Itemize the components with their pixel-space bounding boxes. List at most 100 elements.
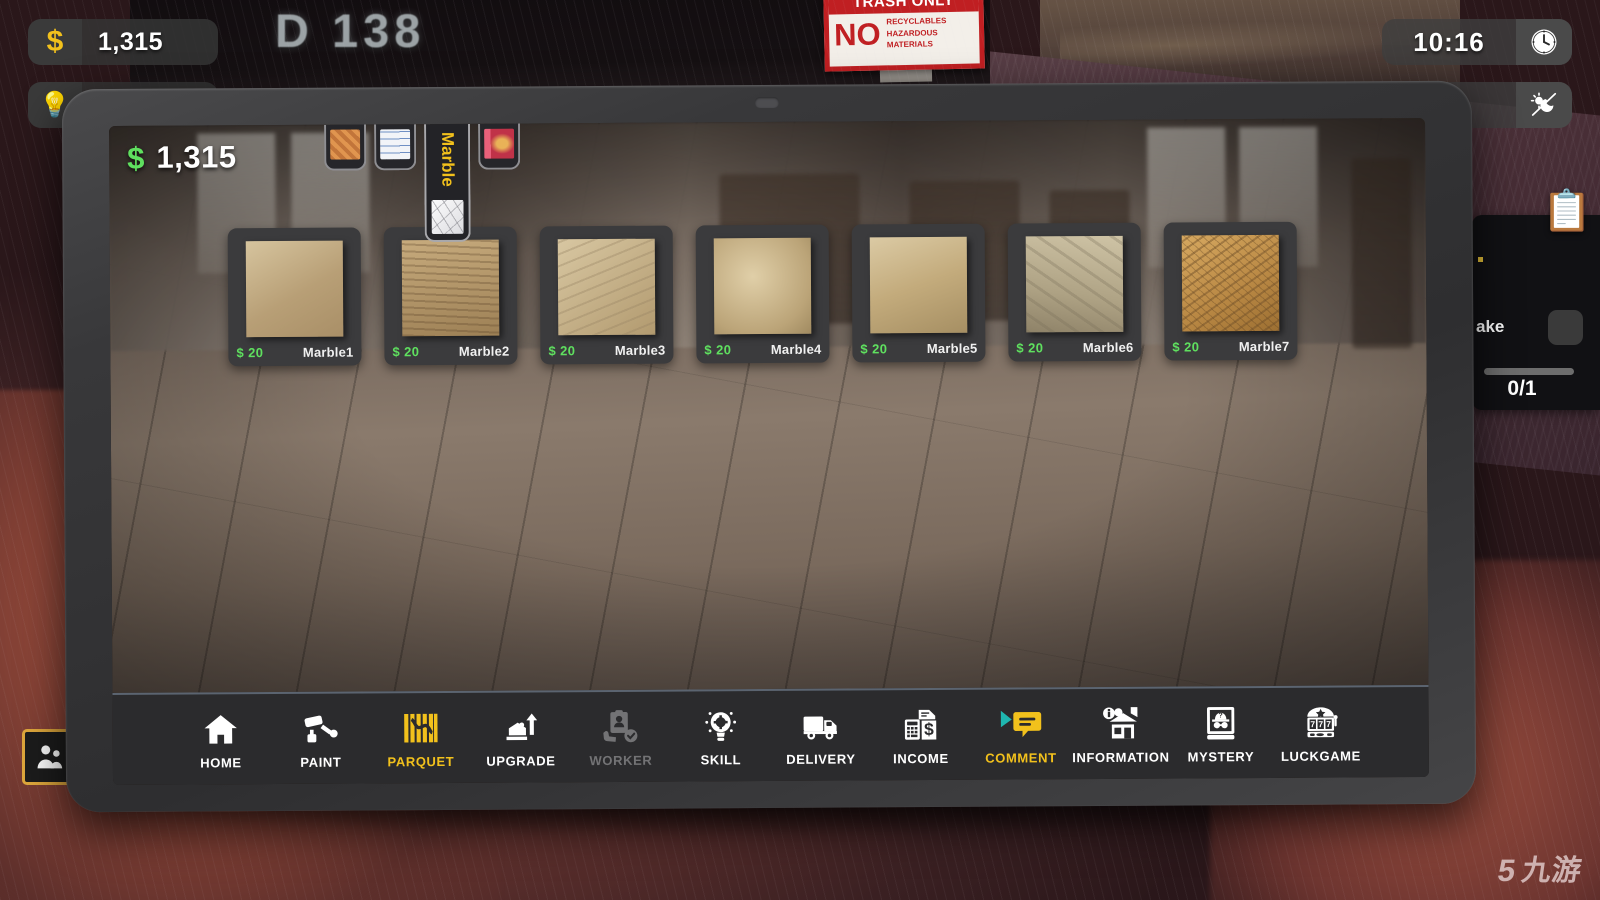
item-footer: $ 20 Marble6 [1008, 340, 1141, 356]
item-thumbnail [401, 239, 500, 337]
hud-money-value: 1,315 [98, 27, 164, 56]
item-card[interactable]: $ 20 Marble3 [539, 225, 674, 365]
screen-money-value: 1,315 [156, 139, 237, 175]
nav-item-delivery[interactable]: DELIVERY [771, 693, 872, 778]
category-tab-carpet[interactable] [478, 123, 521, 170]
category-tab-parquet[interactable] [324, 124, 367, 171]
sign-no-text: NO [833, 16, 881, 53]
information-house-icon [1101, 703, 1141, 745]
sign-line-1: RECYCLABLES [886, 16, 947, 27]
floor-preview-view[interactable] [109, 117, 1429, 694]
dollar-glyph: $ [46, 25, 64, 58]
item-name: Marble2 [458, 343, 510, 359]
skill-bulb-gear-icon [702, 705, 740, 747]
item-card[interactable]: $ 20 Marble7 [1163, 221, 1298, 361]
item-thumbnail [245, 240, 344, 338]
nav-item-mystery[interactable]: ? MYSTERY [1171, 691, 1272, 776]
item-price: $ 20 [392, 344, 420, 360]
watermark-text: 九游 [1519, 853, 1585, 887]
nav-item-parquet[interactable]: PARQUET [371, 696, 472, 781]
nav-item-label: PARQUET [387, 753, 455, 770]
mystery-icon: ? [1202, 702, 1240, 744]
item-card[interactable]: $ 20 Marble1 [227, 227, 362, 367]
category-tab-label: Marble [438, 131, 458, 187]
item-price: $ 20 [548, 343, 576, 359]
svg-text:7: 7 [1318, 719, 1323, 729]
nav-item-upgrade[interactable]: UPGRADE [471, 695, 572, 780]
item-name: Marble3 [614, 342, 666, 358]
item-card[interactable]: $ 20 Marble5 [851, 223, 986, 363]
item-price: $ 20 [236, 345, 264, 361]
delivery-truck-icon [802, 705, 840, 747]
nav-item-skill[interactable]: SKILL [671, 694, 772, 779]
svg-text:?: ? [1219, 713, 1223, 720]
quest-title: ake [1476, 317, 1505, 336]
tile-swatch-icon [380, 129, 411, 160]
item-footer: $ 20 Marble4 [696, 342, 829, 358]
quest-checkbox[interactable] [1548, 310, 1583, 345]
watermark-mark: 5 [1495, 853, 1518, 888]
nav-item-label: WORKER [589, 752, 653, 769]
screen-money-display: $ 1,315 [127, 139, 237, 176]
nav-item-label: HOME [200, 755, 242, 771]
hud-clock-time: 10:16 [1413, 26, 1485, 57]
parquet-icon [402, 707, 440, 749]
svg-text:7: 7 [1326, 719, 1331, 729]
day-night-toggle-icon[interactable] [1516, 82, 1572, 128]
nav-item-label: LUCKGAME [1280, 748, 1361, 764]
category-tab-bar: Marble [324, 123, 521, 243]
item-footer: $ 20 Marble1 [228, 344, 361, 361]
item-name: Marble6 [1082, 339, 1134, 356]
clock-icon-svg [1531, 29, 1557, 55]
dollar-icon: $ [28, 19, 82, 65]
parquet-swatch-icon [330, 129, 361, 160]
nav-item-label: PAINT [300, 754, 342, 770]
sign-detail-lines: RECYCLABLES HAZARDOUS MATERIALS [886, 15, 947, 51]
item-card-row: $ 20 Marble1 $ 20 Marble2 $ 20 Marble3 $ 20 Mar… [227, 221, 1298, 367]
item-thumbnail [713, 237, 812, 335]
nav-item-label: COMMENT [985, 750, 1057, 766]
item-card[interactable]: $ 20 Marble4 [695, 224, 830, 364]
screen-money-currency: $ [127, 140, 145, 176]
item-thumbnail [1025, 235, 1124, 333]
nav-item-comment[interactable]: COMMENT [971, 692, 1072, 777]
nav-item-label: MYSTERY [1187, 749, 1255, 765]
hud-clock-pill: 10:16 [1382, 19, 1572, 65]
carpet-swatch-icon [484, 128, 515, 159]
tablet-device: $ 1,315 Marble $ 20 Marble1 $ 20 Marble2 $ 2… [61, 80, 1477, 813]
item-card[interactable]: $ 20 Marble2 [383, 226, 518, 366]
nav-item-label: DELIVERY [786, 751, 856, 767]
room-column [1351, 158, 1413, 349]
nav-item-income[interactable]: $ INCOME [871, 693, 972, 778]
item-card[interactable]: $ 20 Marble6 [1007, 222, 1142, 362]
category-tab-marble[interactable]: Marble [424, 123, 471, 243]
watermark: 5 九游 [1495, 853, 1585, 888]
item-name: Marble4 [770, 341, 822, 357]
bottom-nav-bar: HOME PAINT PARQUET UPGRADE WORKER SKILL DELIVE… [112, 684, 1430, 786]
item-name: Marble1 [302, 344, 354, 360]
nav-item-information[interactable]: INFORMATION [1071, 692, 1172, 777]
item-thumbnail [869, 236, 968, 334]
nav-item-paint[interactable]: PAINT [271, 696, 372, 781]
clipboard-checklist-icon: 📋 [1542, 189, 1592, 233]
clock-icon [1516, 19, 1572, 65]
marble-swatch-icon [431, 199, 464, 235]
quest-panel[interactable]: 📋 ake 0/1 [1472, 191, 1600, 410]
day-night-icon-svg [1530, 92, 1557, 116]
svg-text:7: 7 [1310, 719, 1315, 729]
svg-text:$: $ [924, 719, 934, 739]
item-price: $ 20 [860, 341, 888, 357]
nav-item-home[interactable]: HOME [171, 697, 272, 782]
tablet-camera-notch [754, 96, 779, 109]
home-icon [202, 708, 240, 750]
hud-money-pill: $ 1,315 [28, 19, 218, 65]
nav-item-luckgame[interactable]: 7 7 7 LUCKGAME [1271, 690, 1372, 775]
sign-line-2: HAZARDOUS [886, 27, 938, 38]
nav-item-worker: WORKER [571, 695, 672, 780]
item-price: $ 20 [1016, 340, 1044, 356]
quest-progress-count: 0/1 [1507, 377, 1537, 400]
item-name: Marble5 [926, 340, 978, 357]
quest-bullet-dot [1478, 257, 1483, 262]
category-tab-tile[interactable] [374, 124, 417, 171]
item-footer: $ 20 Marble3 [540, 343, 673, 359]
